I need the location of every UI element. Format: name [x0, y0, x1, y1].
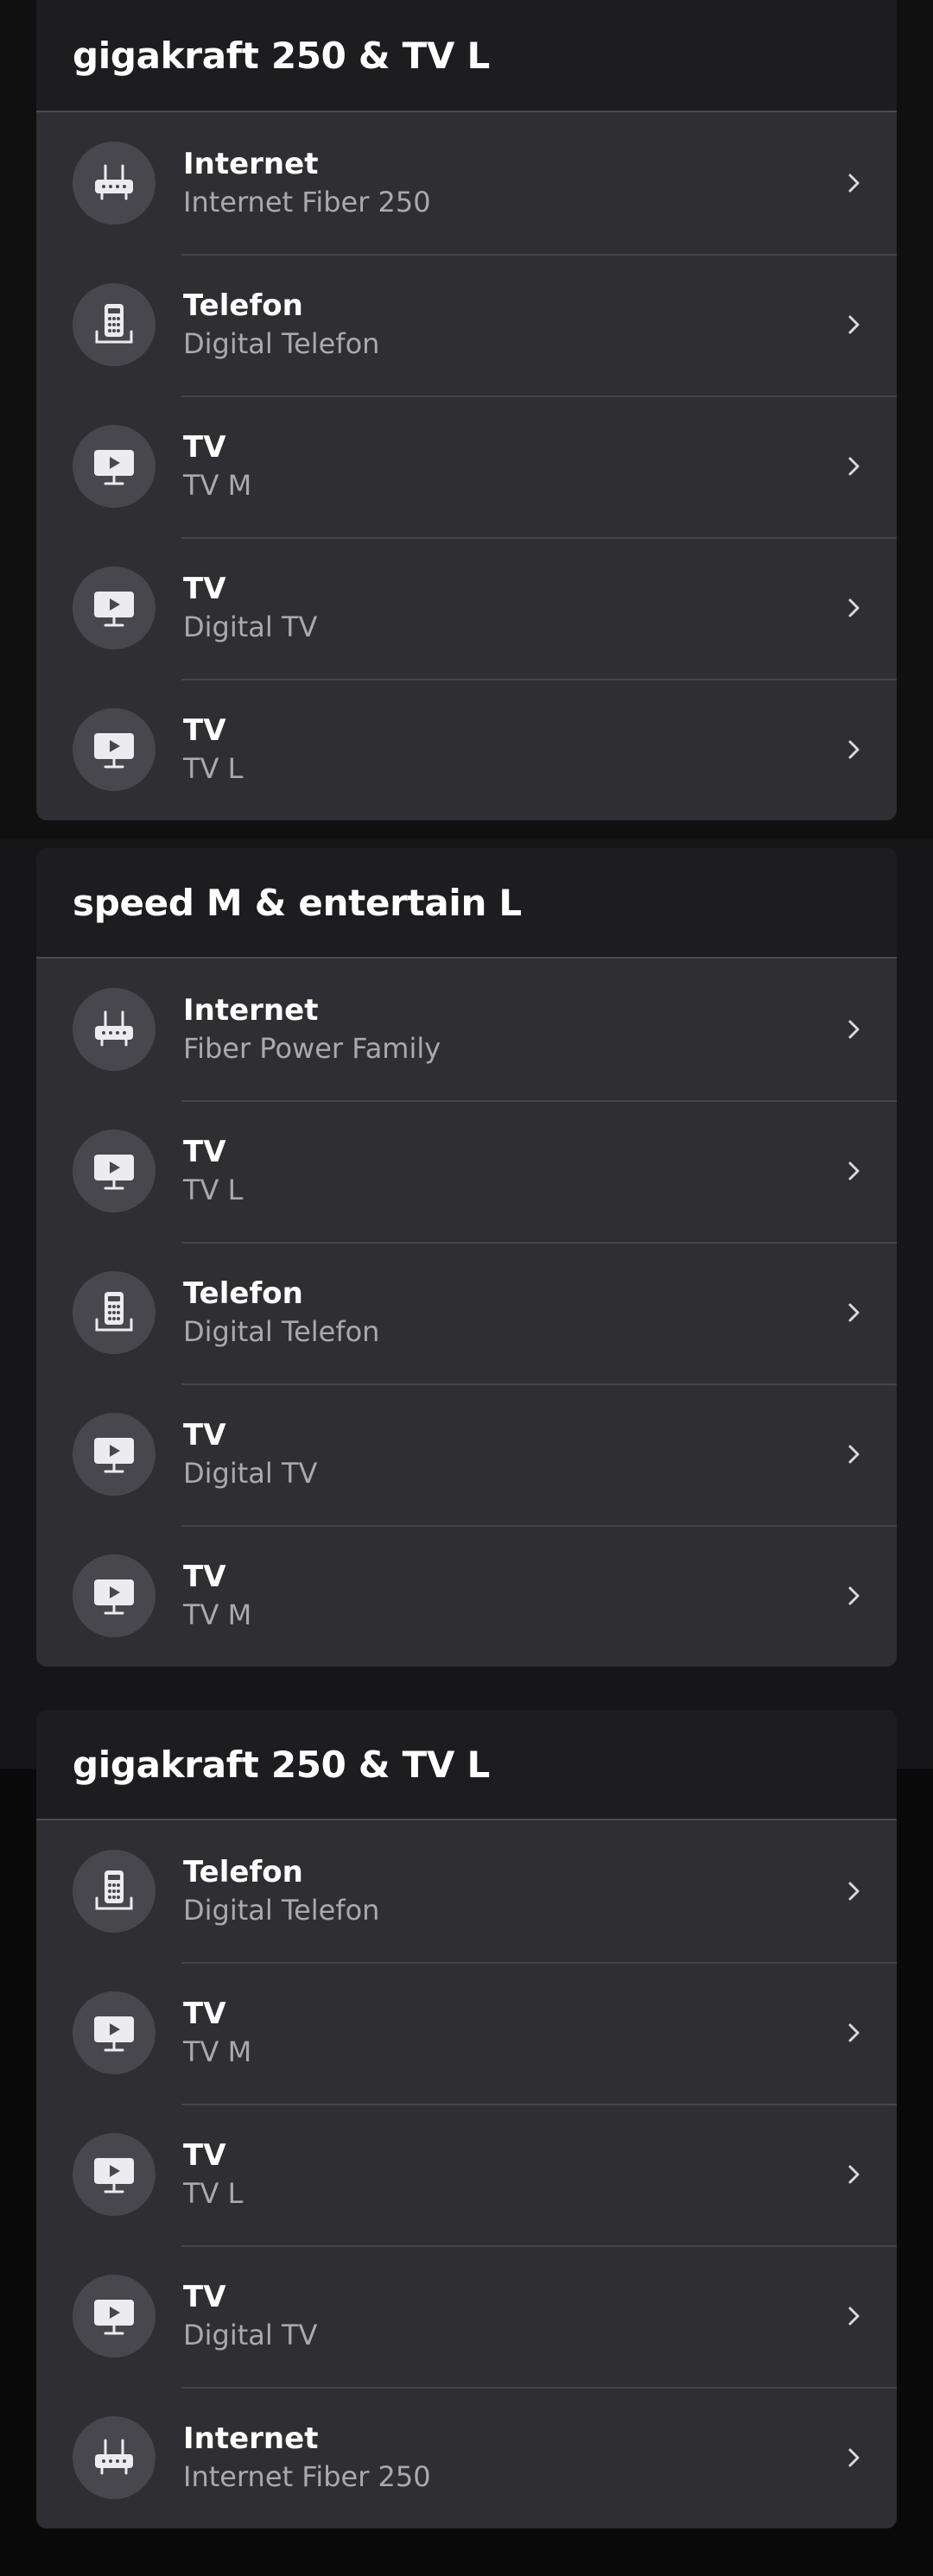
service-row-internet[interactable]: Internet Internet Fiber 250 [36, 2387, 897, 2529]
service-title: TV [183, 713, 226, 748]
service-text: TV TV M [183, 1995, 251, 2071]
service-subtitle: TV L [183, 1174, 244, 1206]
bundle-card: speed M & entertain L Internet Fiber Power… [36, 848, 897, 1667]
service-title: Telefon [183, 1855, 303, 1889]
service-subtitle: Digital Telefon [183, 1894, 380, 1927]
card-header: gigakraft 250 & TV L [36, 1710, 897, 1820]
card-header: speed M & entertain L [36, 848, 897, 959]
service-subtitle: TV M [183, 469, 252, 502]
service-row-tv[interactable]: TV TV M [36, 396, 897, 537]
tv-icon [73, 425, 156, 508]
service-subtitle: Fiber Power Family [183, 1032, 441, 1065]
chevron-right-icon [843, 1301, 864, 1325]
service-text: TV Digital TV [183, 570, 317, 646]
chevron-right-icon [843, 171, 864, 195]
router-icon [73, 2416, 156, 2499]
tv-icon [73, 1413, 156, 1496]
service-row-internet[interactable]: Internet Internet Fiber 250 [36, 112, 897, 254]
service-title: TV [183, 1418, 226, 1453]
tv-icon [73, 1130, 156, 1212]
service-subtitle: Digital Telefon [183, 327, 380, 360]
service-subtitle: TV L [183, 2177, 244, 2210]
chevron-right-icon [843, 1584, 864, 1608]
service-subtitle: TV M [183, 2035, 252, 2068]
service-text: TV TV M [183, 1558, 251, 1634]
service-subtitle: Internet Fiber 250 [183, 2460, 431, 2493]
service-title: Internet [183, 2421, 319, 2456]
service-title: TV [183, 1560, 226, 1594]
router-icon [73, 142, 156, 225]
service-row-tv[interactable]: TV Digital TV [36, 1383, 897, 1525]
service-row-tv[interactable]: TV TV L [36, 679, 897, 820]
chevron-right-icon [843, 737, 864, 762]
service-title: Telefon [183, 288, 303, 323]
chevron-right-icon [843, 596, 864, 620]
bundle-card: gigakraft 250 & TV L Internet Internet Fib… [36, 0, 897, 820]
chevron-right-icon [843, 1159, 864, 1183]
service-text: TV Digital TV [183, 2278, 317, 2354]
service-title: TV [183, 1997, 226, 2031]
bundle-card: gigakraft 250 & TV L Telefon Digital Telef… [36, 1710, 897, 2529]
chevron-right-icon [843, 1442, 864, 1466]
service-row-tv[interactable]: TV TV L [36, 2104, 897, 2245]
service-row-tv[interactable]: TV Digital TV [36, 537, 897, 679]
service-text: Internet Internet Fiber 250 [183, 2420, 431, 2496]
service-text: Internet Internet Fiber 250 [183, 145, 431, 221]
phone-icon [73, 283, 156, 366]
service-text: TV TV M [183, 428, 251, 504]
service-title: Internet [183, 147, 319, 181]
service-row-tv[interactable]: TV TV L [36, 1100, 897, 1242]
service-text: TV TV L [183, 1133, 243, 1209]
chevron-right-icon [843, 454, 864, 478]
card-header: gigakraft 250 & TV L [36, 0, 897, 112]
service-text: TV TV L [183, 2136, 243, 2212]
service-row-tv[interactable]: TV Digital TV [36, 2245, 897, 2387]
card-title: gigakraft 250 & TV L [73, 34, 490, 77]
tv-icon [73, 708, 156, 791]
service-title: Internet [183, 993, 319, 1028]
service-text: TV TV L [183, 712, 243, 788]
service-title: TV [183, 430, 226, 465]
chevron-right-icon [843, 2446, 864, 2470]
chevron-right-icon [843, 2162, 864, 2187]
service-title: TV [183, 1135, 226, 1169]
tv-icon [73, 1991, 156, 2074]
service-text: TV Digital TV [183, 1416, 317, 1492]
service-subtitle: Digital TV [183, 2319, 318, 2351]
service-text: Telefon Digital Telefon [183, 1853, 379, 1929]
phone-icon [73, 1850, 156, 1933]
service-subtitle: Internet Fiber 250 [183, 186, 431, 218]
service-subtitle: Digital Telefon [183, 1315, 380, 1348]
service-row-internet[interactable]: Internet Fiber Power Family [36, 959, 897, 1100]
service-text: Internet Fiber Power Family [183, 991, 441, 1067]
service-row-tv[interactable]: TV TV M [36, 1962, 897, 2104]
service-row-telefon[interactable]: Telefon Digital Telefon [36, 1820, 897, 1962]
service-row-telefon[interactable]: Telefon Digital Telefon [36, 254, 897, 396]
service-row-tv[interactable]: TV TV M [36, 1525, 897, 1667]
phone-icon [73, 1271, 156, 1354]
service-text: Telefon Digital Telefon [183, 1275, 379, 1351]
chevron-right-icon [843, 1017, 864, 1041]
chevron-right-icon [843, 313, 864, 337]
tv-icon [73, 2275, 156, 2358]
service-row-telefon[interactable]: Telefon Digital Telefon [36, 1242, 897, 1383]
tv-icon [73, 2133, 156, 2216]
chevron-right-icon [843, 2304, 864, 2328]
service-subtitle: Digital TV [183, 1457, 318, 1490]
card-title: gigakraft 250 & TV L [73, 1743, 490, 1786]
service-title: TV [183, 2138, 226, 2173]
service-title: TV [183, 572, 226, 606]
service-text: Telefon Digital Telefon [183, 287, 379, 363]
card-title: speed M & entertain L [73, 881, 522, 924]
tv-icon [73, 566, 156, 649]
service-subtitle: TV L [183, 752, 244, 785]
chevron-right-icon [843, 1879, 864, 1903]
router-icon [73, 988, 156, 1071]
service-title: TV [183, 2280, 226, 2314]
tv-icon [73, 1554, 156, 1637]
chevron-right-icon [843, 2021, 864, 2045]
service-subtitle: TV M [183, 1598, 252, 1631]
service-subtitle: Digital TV [183, 611, 318, 643]
service-title: Telefon [183, 1276, 303, 1311]
